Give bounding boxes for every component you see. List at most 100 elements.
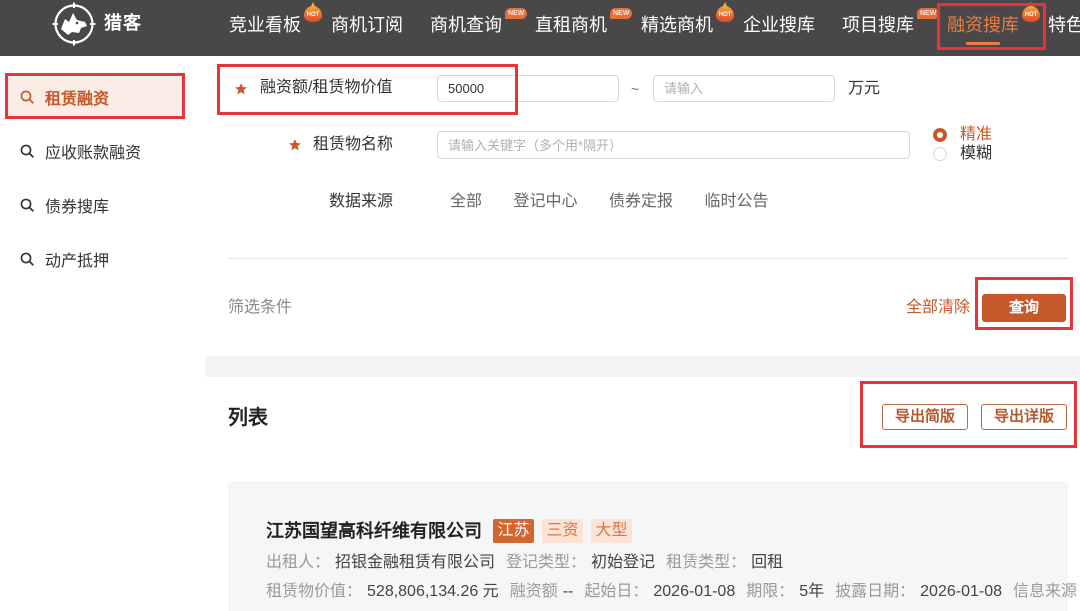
data-source-options: 全部 登记中心 债券定报 临时公告 <box>450 192 769 212</box>
sidebar-item-bond-search[interactable]: 债券搜库 <box>8 185 183 225</box>
search-icon <box>20 144 34 158</box>
search-icon <box>20 252 34 266</box>
term-field: 期限： 5年 <box>746 582 824 602</box>
match-fuzzy-radio[interactable]: 模糊 <box>933 144 992 164</box>
new-badge: NEW <box>505 8 528 19</box>
nav-item-featured[interactable]: 特色 <box>1048 13 1080 37</box>
asset-name-input[interactable] <box>437 131 910 159</box>
list-title: 列表 <box>228 407 268 429</box>
asset-name-label: 租赁物名称 <box>313 136 394 153</box>
field-value: -- <box>562 583 574 600</box>
nav-item-label: 企业搜库 <box>743 15 815 35</box>
lessor-field: 出租人： 招银金融租赁有限公司 <box>266 553 495 573</box>
field-label: 信息来源 <box>1013 583 1078 600</box>
required-star-icon <box>288 138 302 152</box>
radio-label: 精准 <box>960 126 993 143</box>
sidebar: 租赁融资 应收账款融资 债券搜库 动产抵押 <box>0 56 203 611</box>
asset-value-field: 租赁物价值： 528,806,134.26 元 <box>266 582 499 602</box>
field-label: 起始日： <box>584 583 649 600</box>
hot-badge: HOT <box>304 2 322 22</box>
nav-item-label: 项目搜库 <box>842 15 914 35</box>
nav-item-label: 融资搜库 <box>947 15 1019 35</box>
field-label: 登记类型： <box>506 554 587 571</box>
field-label: 融资额 <box>509 583 558 600</box>
source-option-announcement[interactable]: 临时公告 <box>705 192 769 212</box>
new-badge: NEW <box>917 8 940 19</box>
sidebar-item-label: 债券搜库 <box>45 199 110 216</box>
amount-max-input[interactable] <box>653 75 835 102</box>
registration-type-field: 登记类型： 初始登记 <box>506 553 655 573</box>
nav-item-label: 直租商机 <box>535 15 607 35</box>
sidebar-item-label: 租赁融资 <box>45 91 110 108</box>
export-detail-button[interactable]: 导出详版 <box>981 404 1067 430</box>
source-option-all[interactable]: 全部 <box>450 192 482 212</box>
amount-min-input[interactable] <box>437 75 619 102</box>
nav-item-label: 商机查询 <box>430 15 502 35</box>
app-window: 猎客 竞业看板 HOT 商机订阅 商机查询 NEW 直租商机 NEW 精选商机 … <box>0 0 1080 611</box>
search-button[interactable]: 查询 <box>982 294 1066 322</box>
nav-item-company-search[interactable]: 企业搜库 <box>743 13 815 37</box>
nav-item-featured-opportunities[interactable]: 精选商机 HOT <box>641 2 734 37</box>
hot-badge: HOT <box>716 2 734 22</box>
nav-item-opportunity-subscription[interactable]: 商机订阅 <box>331 13 403 37</box>
field-value: 5年 <box>799 583 825 600</box>
hot-badge: HOT <box>1022 2 1040 22</box>
field-value: 528,806,134.26 元 <box>367 583 499 600</box>
search-icon <box>20 198 34 212</box>
field-label: 租赁物价值： <box>266 583 363 600</box>
company-name[interactable]: 江苏国望高科纤维有限公司 <box>266 520 482 542</box>
filter-conditions-label: 筛选条件 <box>228 299 293 316</box>
active-tab-indicator <box>966 42 1000 45</box>
nav-item-opportunity-search[interactable]: 商机查询 NEW <box>430 8 528 37</box>
nav-item-label: 竞业看板 <box>229 15 301 35</box>
sidebar-item-label: 动产抵押 <box>45 253 110 270</box>
start-date-field: 起始日： 2026-01-08 <box>584 582 735 602</box>
radio-label: 模糊 <box>960 145 993 162</box>
sidebar-item-receivables-financing[interactable]: 应收账款融资 <box>8 131 183 171</box>
field-label: 租赁类型： <box>666 554 747 571</box>
main-nav: 竞业看板 HOT 商机订阅 商机查询 NEW 直租商机 NEW 精选商机 HOT… <box>229 0 1080 56</box>
card-header: 江苏国望高科纤维有限公司 江苏 三资 大型 <box>266 519 632 543</box>
field-value: 2026-01-08 <box>920 583 1002 600</box>
source-option-bond-report[interactable]: 债券定报 <box>609 192 673 212</box>
clear-all-link[interactable]: 全部清除 <box>906 298 970 318</box>
card-info-row: 租赁物价值： 528,806,134.26 元 融资额 -- 起始日： 2026… <box>266 582 1080 602</box>
region-tag: 江苏 <box>493 519 534 543</box>
ownership-tag: 三资 <box>542 519 583 543</box>
data-source-label: 数据来源 <box>329 193 394 210</box>
range-separator: ~ <box>631 81 640 97</box>
top-nav-bar: 猎客 竞业看板 HOT 商机订阅 商机查询 NEW 直租商机 NEW 精选商机 … <box>0 0 1080 56</box>
nav-item-label: 商机订阅 <box>331 15 403 35</box>
field-value: 回租 <box>751 554 784 571</box>
divider <box>228 258 1068 259</box>
brand-name[interactable]: 猎客 <box>104 12 142 36</box>
nav-item-project-search[interactable]: 项目搜库 NEW <box>842 8 940 37</box>
field-value: 初始登记 <box>591 554 656 571</box>
sidebar-item-chattel-mortgage[interactable]: 动产抵押 <box>8 239 183 279</box>
search-icon <box>20 90 34 104</box>
size-tag: 大型 <box>591 519 632 543</box>
nav-item-competition-board[interactable]: 竞业看板 HOT <box>229 2 322 37</box>
nav-item-financing-search[interactable]: 融资搜库 HOT <box>947 2 1040 45</box>
field-label: 期限： <box>746 583 795 600</box>
wolf-crosshair-logo-icon[interactable] <box>52 2 96 46</box>
required-star-icon <box>234 82 248 96</box>
amount-unit: 万元 <box>848 80 881 97</box>
result-card[interactable]: 江苏国望高科纤维有限公司 江苏 三资 大型 出租人： 招银金融租赁有限公司 登记… <box>228 481 1077 611</box>
nav-item-direct-lease-opportunities[interactable]: 直租商机 NEW <box>535 8 633 37</box>
section-gap <box>205 356 1080 377</box>
export-simple-button[interactable]: 导出简版 <box>882 404 968 430</box>
financing-amount-field: 融资额 -- <box>510 582 574 602</box>
source-option-registry[interactable]: 登记中心 <box>514 192 578 212</box>
info-source-field: 信息来源 <box>1013 582 1077 602</box>
sidebar-item-label: 应收账款融资 <box>45 145 142 162</box>
field-value: 2026-01-08 <box>653 583 736 600</box>
match-exact-radio[interactable]: 精准 <box>933 125 992 145</box>
radio-unchecked-icon <box>933 147 947 161</box>
lease-type-field: 租赁类型： 回租 <box>666 553 783 573</box>
field-label: 披露日期： <box>835 583 916 600</box>
disclosure-date-field: 披露日期： 2026-01-08 <box>835 582 1002 602</box>
radio-checked-icon <box>933 128 947 142</box>
sidebar-item-lease-financing[interactable]: 租赁融资 <box>8 77 183 117</box>
field-label: 出租人： <box>266 554 331 571</box>
